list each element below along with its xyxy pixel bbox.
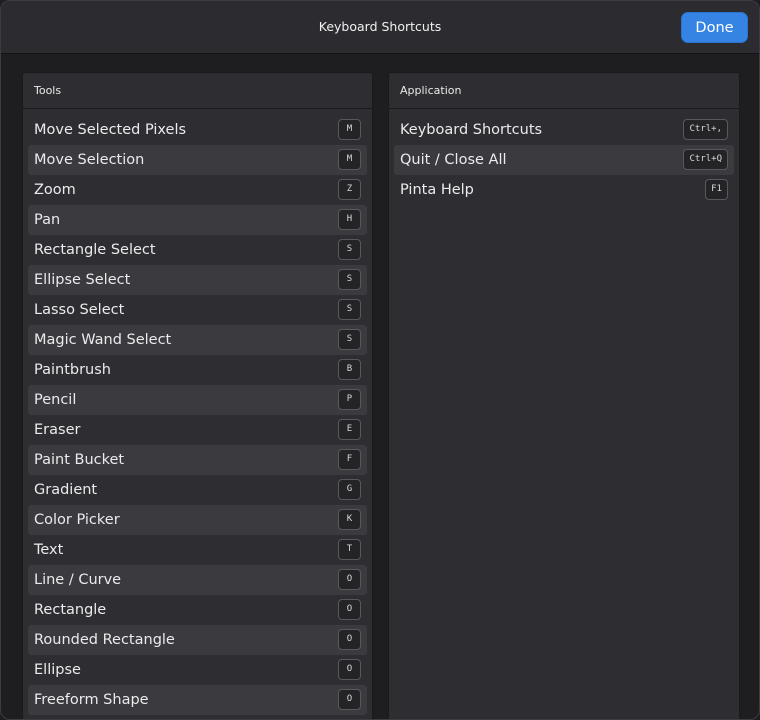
shortcut-key-badge: E bbox=[338, 419, 361, 440]
shortcut-key-badge: T bbox=[338, 539, 361, 560]
shortcut-row[interactable]: Eraser E bbox=[28, 415, 367, 445]
shortcut-key-badge: Z bbox=[338, 179, 361, 200]
tools-shortcut-list: Move Selected Pixels M Move Selection M Zoom… bbox=[28, 115, 367, 715]
keyboard-shortcuts-dialog: Keyboard Shortcuts Done Tools Move Selec… bbox=[0, 0, 760, 720]
shortcut-action-label: Rectangle bbox=[34, 602, 107, 618]
shortcut-key-badge: S bbox=[338, 329, 361, 350]
shortcut-row[interactable]: Color Picker K bbox=[28, 505, 367, 535]
shortcut-action-label: Pan bbox=[34, 212, 61, 228]
shortcut-row[interactable]: Lasso Select S bbox=[28, 295, 367, 325]
shortcut-key-badge: Ctrl+, bbox=[683, 119, 728, 140]
shortcut-action-label: Gradient bbox=[34, 482, 98, 498]
shortcut-action-label: Rectangle Select bbox=[34, 242, 156, 258]
shortcut-action-label: Magic Wand Select bbox=[34, 332, 172, 348]
shortcut-key-badge: B bbox=[338, 359, 361, 380]
application-shortcut-list: Keyboard Shortcuts Ctrl+, Quit / Close All… bbox=[394, 115, 734, 205]
shortcut-key-badge: S bbox=[338, 299, 361, 320]
shortcut-key-badge: S bbox=[338, 239, 361, 260]
shortcut-key-badge: O bbox=[338, 629, 361, 650]
shortcut-row[interactable]: Text T bbox=[28, 535, 367, 565]
dialog-title: Keyboard Shortcuts bbox=[318, 19, 442, 34]
shortcut-key-badge: O bbox=[338, 659, 361, 680]
shortcut-action-label: Paint Bucket bbox=[34, 452, 125, 468]
shortcut-row[interactable]: Ellipse Select S bbox=[28, 265, 367, 295]
shortcut-key-badge: O bbox=[338, 599, 361, 620]
shortcut-action-label: Text bbox=[34, 542, 64, 558]
tools-panel-heading: Tools bbox=[23, 73, 372, 109]
shortcut-row[interactable]: Rectangle Select S bbox=[28, 235, 367, 265]
shortcut-key-badge: Ctrl+Q bbox=[683, 149, 728, 170]
shortcut-key-badge: G bbox=[338, 479, 361, 500]
shortcut-row[interactable]: Line / Curve O bbox=[28, 565, 367, 595]
shortcut-key-badge: O bbox=[338, 689, 361, 710]
shortcut-action-label: Quit / Close All bbox=[400, 152, 507, 168]
shortcut-key-badge: M bbox=[338, 119, 361, 140]
shortcut-row[interactable]: Quit / Close All Ctrl+Q bbox=[394, 145, 734, 175]
shortcut-row[interactable]: Pencil P bbox=[28, 385, 367, 415]
shortcut-action-label: Move Selection bbox=[34, 152, 145, 168]
shortcut-action-label: Line / Curve bbox=[34, 572, 122, 588]
shortcut-row[interactable]: Gradient G bbox=[28, 475, 367, 505]
shortcut-action-label: Keyboard Shortcuts bbox=[400, 122, 543, 138]
shortcut-row[interactable]: Magic Wand Select S bbox=[28, 325, 367, 355]
shortcut-action-label: Color Picker bbox=[34, 512, 120, 528]
shortcut-row[interactable]: Move Selection M bbox=[28, 145, 367, 175]
shortcut-key-badge: S bbox=[338, 269, 361, 290]
shortcut-row[interactable]: Paintbrush B bbox=[28, 355, 367, 385]
application-panel: Application Keyboard Shortcuts Ctrl+, Quit… bbox=[388, 72, 740, 719]
shortcut-action-label: Move Selected Pixels bbox=[34, 122, 187, 138]
shortcut-key-badge: F1 bbox=[705, 179, 728, 200]
shortcut-action-label: Ellipse Select bbox=[34, 272, 131, 288]
shortcut-key-badge: O bbox=[338, 569, 361, 590]
shortcut-action-label: Lasso Select bbox=[34, 302, 125, 318]
shortcut-row[interactable]: Pinta Help F1 bbox=[394, 175, 734, 205]
shortcut-action-label: Zoom bbox=[34, 182, 76, 198]
shortcut-action-label: Pinta Help bbox=[400, 182, 474, 198]
shortcut-key-badge: H bbox=[338, 209, 361, 230]
shortcut-key-badge: P bbox=[338, 389, 361, 410]
shortcut-row[interactable]: Rectangle O bbox=[28, 595, 367, 625]
shortcut-row[interactable]: Rounded Rectangle O bbox=[28, 625, 367, 655]
shortcut-row[interactable]: Zoom Z bbox=[28, 175, 367, 205]
done-button[interactable]: Done bbox=[681, 12, 748, 43]
tools-panel: Tools Move Selected Pixels M Move Selectio… bbox=[22, 72, 373, 719]
shortcut-action-label: Eraser bbox=[34, 422, 81, 438]
shortcut-action-label: Ellipse bbox=[34, 662, 81, 678]
shortcut-action-label: Pencil bbox=[34, 392, 77, 408]
shortcut-row[interactable]: Move Selected Pixels M bbox=[28, 115, 367, 145]
shortcut-key-badge: M bbox=[338, 149, 361, 170]
shortcut-row[interactable]: Freeform Shape O bbox=[28, 685, 367, 715]
shortcut-row[interactable]: Ellipse O bbox=[28, 655, 367, 685]
application-panel-heading: Application bbox=[389, 73, 739, 109]
shortcut-action-label: Paintbrush bbox=[34, 362, 111, 378]
shortcut-row[interactable]: Paint Bucket F bbox=[28, 445, 367, 475]
shortcut-action-label: Freeform Shape bbox=[34, 692, 149, 708]
shortcut-key-badge: K bbox=[338, 509, 361, 530]
shortcut-row[interactable]: Keyboard Shortcuts Ctrl+, bbox=[394, 115, 734, 145]
shortcut-action-label: Rounded Rectangle bbox=[34, 632, 175, 648]
dialog-header: Keyboard Shortcuts Done bbox=[1, 1, 759, 54]
shortcut-row[interactable]: Pan H bbox=[28, 205, 367, 235]
shortcut-key-badge: F bbox=[338, 449, 361, 470]
